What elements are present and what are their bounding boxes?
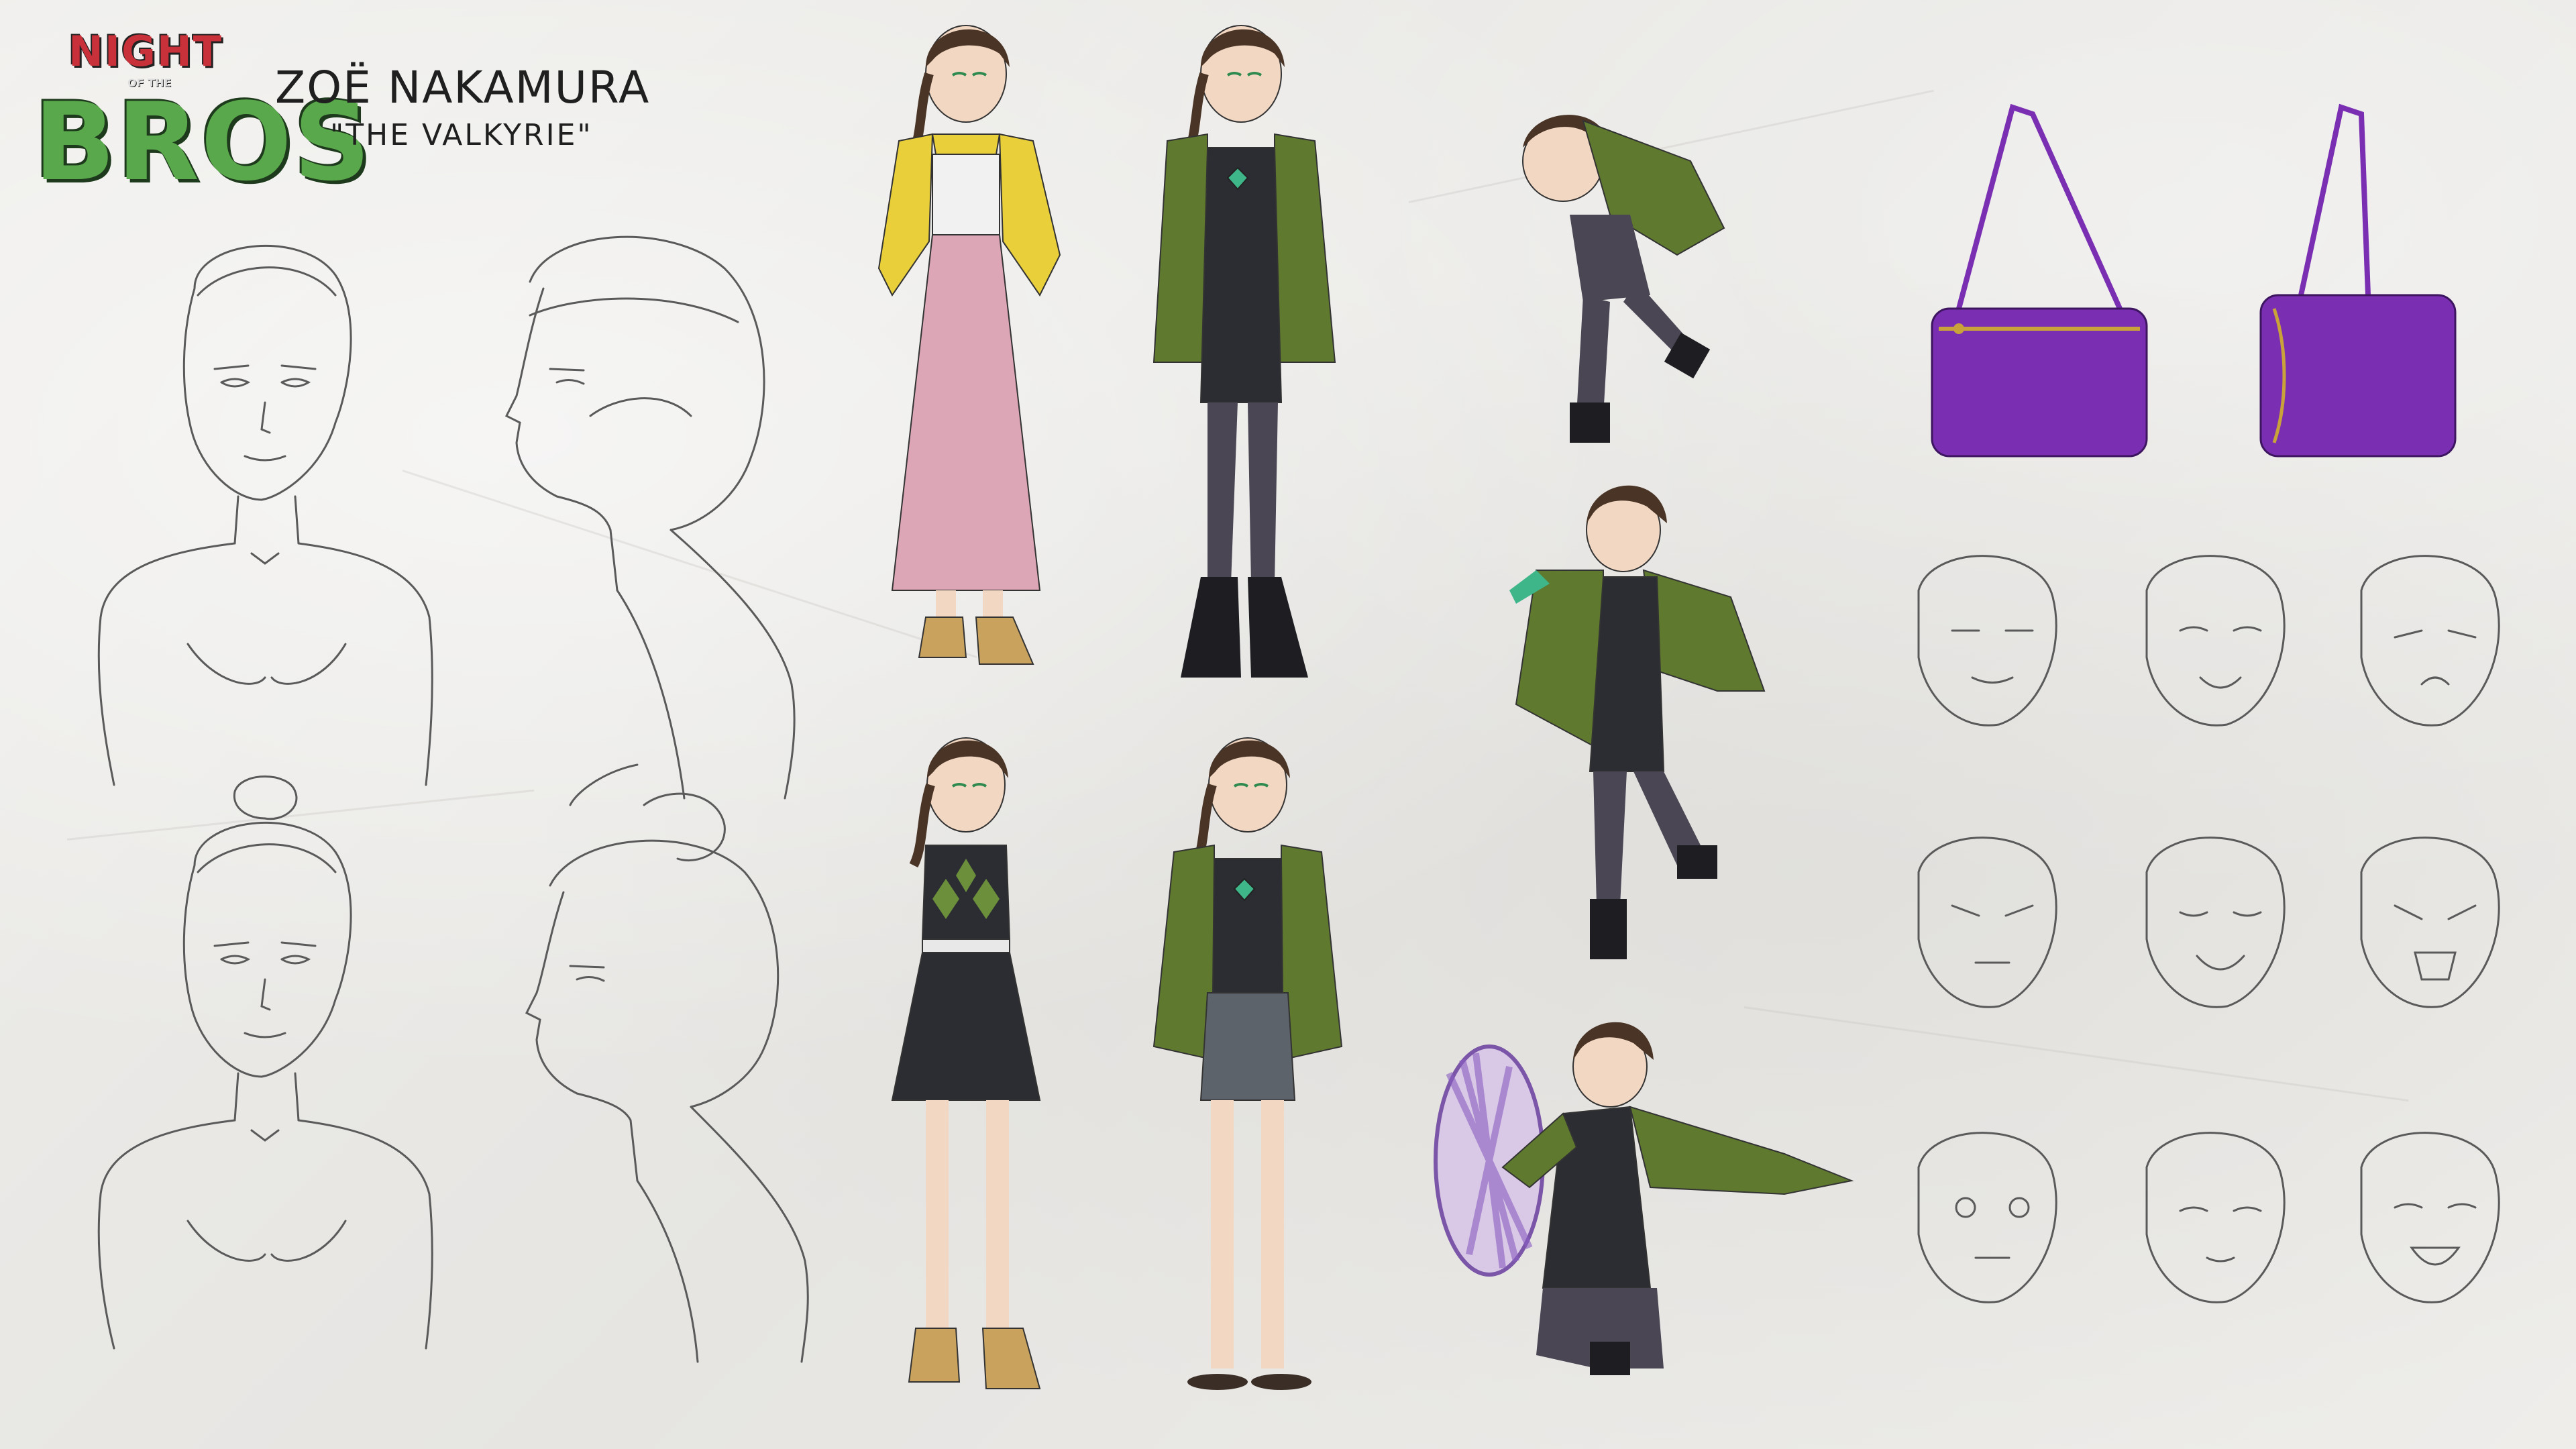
expression-sketch bbox=[2360, 1132, 2500, 1303]
expression-sketch bbox=[2145, 1132, 2286, 1303]
outfit-argyle-vest-black-skirt bbox=[891, 737, 1041, 1389]
outfit-green-jacket-denim-shorts bbox=[1152, 737, 1343, 1390]
expression-sketch-grid bbox=[1917, 555, 2500, 1303]
expression-sketch bbox=[1917, 837, 2057, 1008]
expression-sketch bbox=[2360, 837, 2500, 1008]
purple-bag-side bbox=[2259, 103, 2457, 458]
outfit-green-jacket-black-dress bbox=[1152, 25, 1336, 678]
game-logo: NIGHT OF THE BROS bbox=[34, 27, 370, 208]
outfit-yellow-jacket-pink-skirt bbox=[877, 25, 1061, 665]
character-title: "THE VALKYRIE" bbox=[330, 118, 593, 152]
expression-sketch bbox=[1917, 1132, 2057, 1303]
logo-night-text: NIGHT bbox=[68, 27, 223, 76]
sketch-side-bust-bun bbox=[525, 792, 809, 1363]
expression-sketch bbox=[2145, 837, 2286, 1008]
character-name: ZOË NAKAMURA bbox=[275, 62, 651, 113]
sketch-front-bust-bun bbox=[97, 775, 433, 1350]
expression-sketch bbox=[2360, 555, 2500, 727]
action-pose-crouch-run bbox=[1522, 115, 1725, 443]
expression-sketch bbox=[1917, 555, 2057, 727]
expression-sketch bbox=[2145, 555, 2286, 727]
action-pose-shield-jump bbox=[1434, 1022, 1854, 1375]
sketch-side-bust-top bbox=[504, 235, 796, 806]
purple-bag-front bbox=[1931, 103, 2148, 458]
action-pose-running bbox=[1509, 485, 1766, 959]
sketch-front-bust-top bbox=[97, 244, 433, 786]
